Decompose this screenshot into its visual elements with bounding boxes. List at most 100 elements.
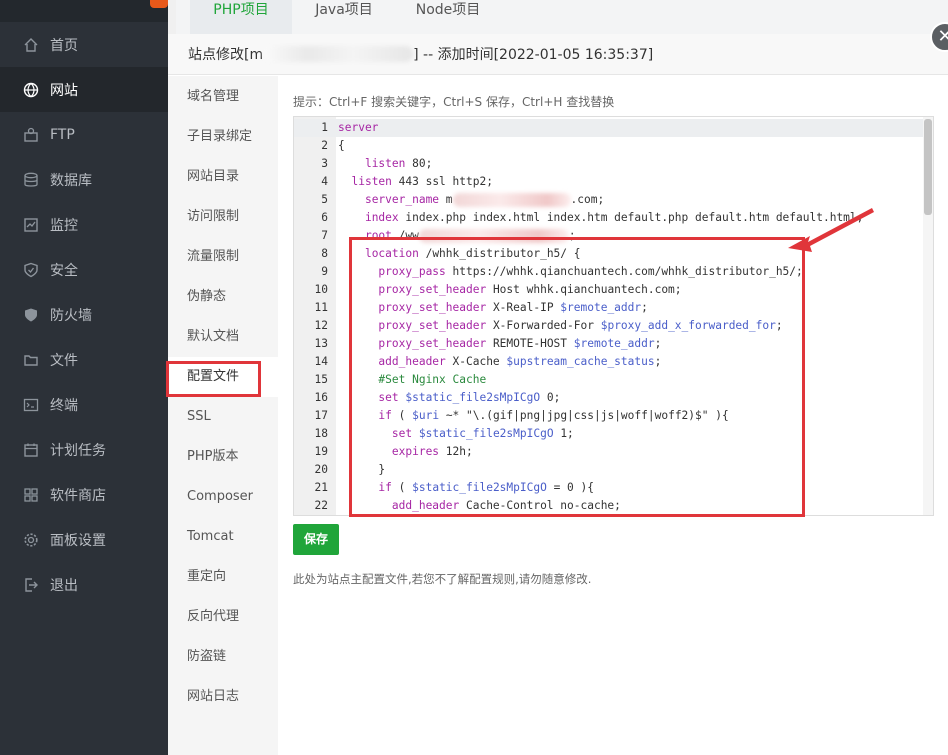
globe-icon xyxy=(23,82,39,98)
menu-item-3[interactable]: 访问限制 xyxy=(168,197,278,237)
menu-item-4[interactable]: 流量限制 xyxy=(168,237,278,277)
sidebar-item-3[interactable]: 数据库 xyxy=(0,157,168,202)
menu-item-6[interactable]: 默认文档 xyxy=(168,317,278,357)
sidebar-item-label: 安全 xyxy=(50,262,78,279)
sidebar-item-9[interactable]: 计划任务 xyxy=(0,427,168,472)
tab-php-project[interactable]: PHP项目 xyxy=(190,0,292,34)
dialog-title: 站点修改[m ] -- 添加时间[2022-01-05 16:35:37] xyxy=(168,34,948,75)
project-tabs: PHP项目 Java项目 Node项目 xyxy=(176,0,948,34)
menu-item-1[interactable]: 子目录绑定 xyxy=(168,117,278,157)
sidebar-item-label: 网站 xyxy=(50,82,78,99)
line-number: 6 xyxy=(321,211,328,224)
line-number: 11 xyxy=(314,301,328,314)
line-number: 12 xyxy=(314,319,328,332)
line-number: 15 xyxy=(314,373,328,386)
sidebar-item-5[interactable]: 安全 xyxy=(0,247,168,292)
sidebar-item-11[interactable]: 面板设置 xyxy=(0,517,168,562)
sidebar-item-2[interactable]: FTP xyxy=(0,112,168,157)
terminal-icon xyxy=(23,397,39,413)
menu-item-9[interactable]: PHP版本 xyxy=(168,437,278,477)
sidebar-item-12[interactable]: 退出 xyxy=(0,562,168,607)
menu-item-10[interactable]: Composer xyxy=(168,477,278,517)
line-number: 17 xyxy=(314,409,328,422)
line-number: 5 xyxy=(321,193,328,206)
notification-badge[interactable] xyxy=(150,0,168,8)
sidebar-item-0[interactable]: 首页 xyxy=(0,22,168,67)
line-number: 14 xyxy=(314,355,328,368)
sidebar-item-4[interactable]: 监控 xyxy=(0,202,168,247)
tab-node-project[interactable]: Node项目 xyxy=(398,0,498,34)
menu-highlight-box xyxy=(166,361,261,397)
dialog-title-suffix: ] -- 添加时间[2022-01-05 16:35:37] xyxy=(413,47,654,63)
settings-menu: 域名管理 子目录绑定 网站目录 访问限制 流量限制 伪静态 默认文档 配置文件 SSL PHP版本… xyxy=(168,76,278,755)
line-number: 8 xyxy=(321,247,328,260)
line-number: 2 xyxy=(321,139,328,152)
sidebar-item-label: 计划任务 xyxy=(50,442,106,459)
line-number: 18 xyxy=(314,427,328,440)
editor-hint: 提示：Ctrl+F 搜索关键字，Ctrl+S 保存，Ctrl+H 查找替换 xyxy=(293,95,615,109)
scrollbar-thumb[interactable] xyxy=(924,119,932,215)
code-text: listen 80; xyxy=(364,157,433,170)
code-highlight-box xyxy=(349,237,805,517)
menu-item-14[interactable]: 防盗链 xyxy=(168,637,278,677)
line-number: 20 xyxy=(314,463,328,476)
sidebar-item-8[interactable]: 终端 xyxy=(0,382,168,427)
sidebar-item-label: 文件 xyxy=(50,352,78,369)
dialog-title-prefix: 站点修改[m xyxy=(188,47,264,63)
sidebar-item-label: 首页 xyxy=(50,37,78,54)
sidebar-item-label: 软件商店 xyxy=(50,487,106,504)
code-text: listen 443 ssl http2; xyxy=(351,175,493,188)
line-number: 3 xyxy=(321,157,328,170)
line-number: 21 xyxy=(314,481,328,494)
monitor-icon xyxy=(23,217,39,233)
menu-item-0[interactable]: 域名管理 xyxy=(168,77,278,117)
sidebar-item-6[interactable]: 防火墙 xyxy=(0,292,168,337)
line-number: 9 xyxy=(321,265,328,278)
menu-item-5[interactable]: 伪静态 xyxy=(168,277,278,317)
line-number: 19 xyxy=(314,445,328,458)
menu-item-15[interactable]: 网站日志 xyxy=(168,677,278,717)
sidebar-item-label: 监控 xyxy=(50,217,78,234)
apps-icon xyxy=(23,487,39,503)
line-number: 22 xyxy=(314,499,328,512)
editor-scrollbar[interactable] xyxy=(923,117,933,515)
line-number: 16 xyxy=(314,391,328,404)
menu-item-2[interactable]: 网站目录 xyxy=(168,157,278,197)
ftp-icon xyxy=(23,127,39,143)
code-text: server_name m .com; xyxy=(364,193,605,207)
sidebar: 首页网站 FTP 数据库监控安全防火墙文件终端计划任务软件商店面板设置退出 xyxy=(0,0,168,755)
shield-icon xyxy=(23,262,39,278)
config-warning-note: 此处为站点主配置文件,若您不了解配置规则,请勿随意修改. xyxy=(293,572,592,586)
logout-icon xyxy=(23,577,39,593)
sidebar-logo-bar xyxy=(0,0,168,22)
folder-icon xyxy=(23,352,39,368)
sidebar-item-7[interactable]: 文件 xyxy=(0,337,168,382)
code-line[interactable]: 4 listen 443 ssl http2; xyxy=(294,173,924,191)
line-number: 13 xyxy=(314,337,328,350)
sidebar-item-label: 退出 xyxy=(50,577,78,594)
code-text: server xyxy=(338,121,379,134)
line-number: 10 xyxy=(314,283,328,296)
menu-item-13[interactable]: 反向代理 xyxy=(168,597,278,637)
save-button[interactable]: 保存 xyxy=(293,524,339,555)
code-line[interactable]: 1 server xyxy=(294,119,924,137)
menu-item-11[interactable]: Tomcat xyxy=(168,517,278,557)
menu-item-12[interactable]: 重定向 xyxy=(168,557,278,597)
code-line[interactable]: 2{ xyxy=(294,137,924,155)
sidebar-item-10[interactable]: 软件商店 xyxy=(0,472,168,517)
line-number: 7 xyxy=(321,229,328,242)
sidebar-item-label: FTP xyxy=(50,126,75,143)
sidebar-item-label: 面板设置 xyxy=(50,532,106,549)
calendar-icon xyxy=(23,442,39,458)
sidebar-item-label: 终端 xyxy=(50,397,78,414)
line-number: 1 xyxy=(321,121,328,134)
sidebar-item-label: 防火墙 xyxy=(50,307,92,324)
code-text: { xyxy=(338,139,345,152)
database-icon xyxy=(23,172,39,188)
menu-item-8[interactable]: SSL xyxy=(168,397,278,437)
sidebar-item-1[interactable]: 网站 xyxy=(0,67,168,112)
code-line[interactable]: 3 listen 80; xyxy=(294,155,924,173)
home-icon xyxy=(23,37,39,53)
tab-java-project[interactable]: Java项目 xyxy=(302,0,386,34)
annotation-arrow xyxy=(788,208,874,252)
